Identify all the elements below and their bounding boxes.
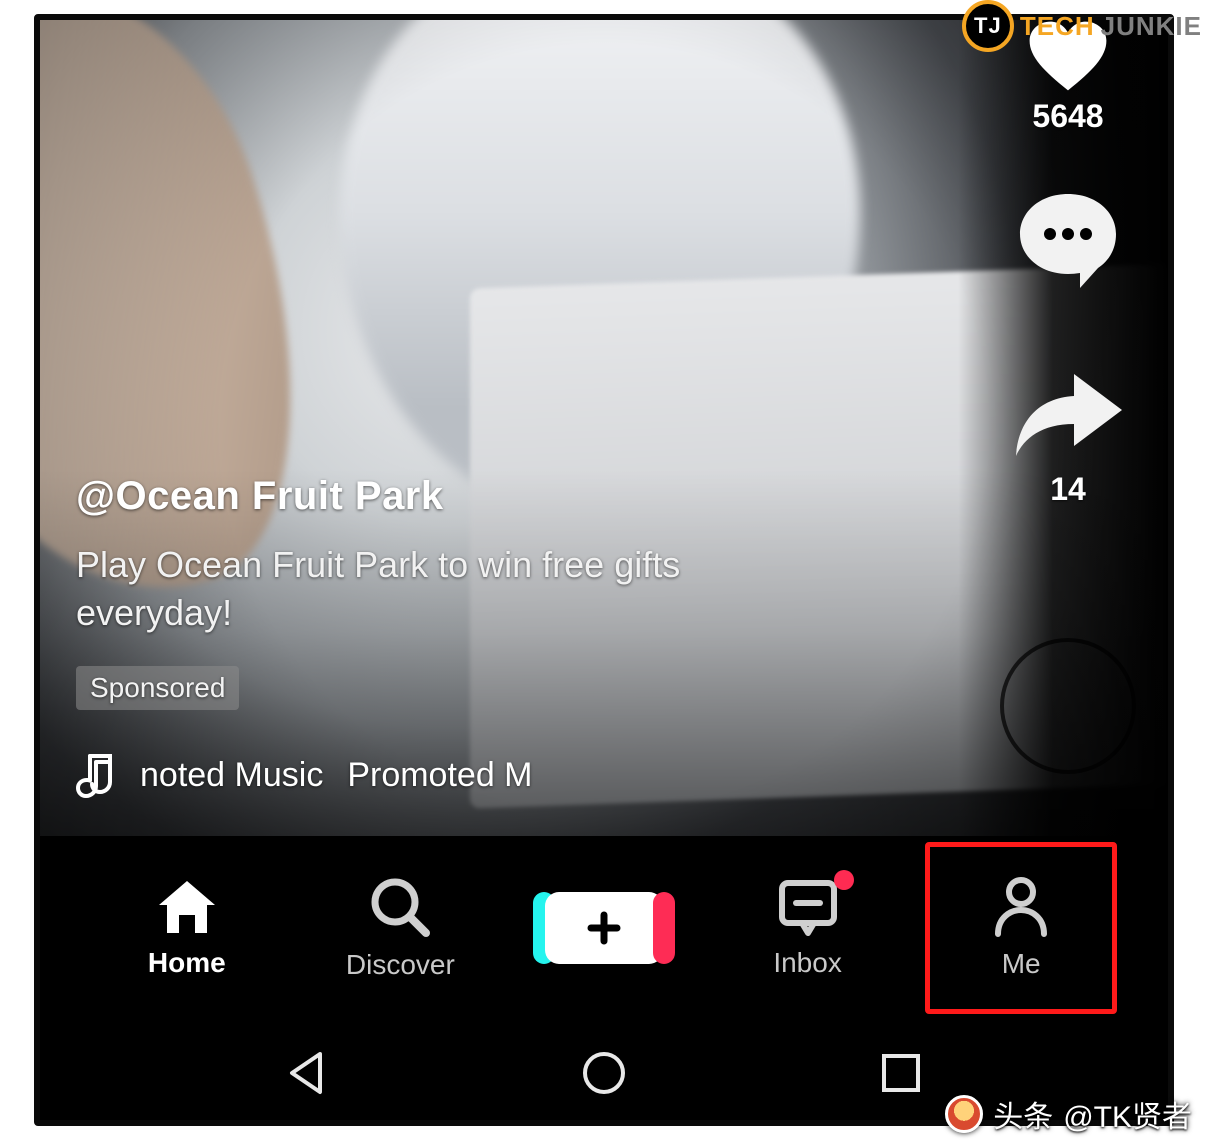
video-feed-item[interactable]: 5648 14 @Ocean Fru bbox=[40, 20, 1168, 836]
circle-icon bbox=[579, 1048, 629, 1098]
android-home-button[interactable] bbox=[574, 1043, 634, 1103]
techjunkie-word-1: TECH bbox=[1020, 11, 1095, 42]
share-icon bbox=[1012, 368, 1124, 460]
tj-logo-text: TJ bbox=[974, 13, 1002, 39]
notification-dot-icon bbox=[834, 870, 854, 890]
techjunkie-logo-icon: TJ bbox=[962, 0, 1014, 52]
app-frame: 5648 14 @Ocean Fru bbox=[34, 14, 1174, 1126]
home-icon bbox=[155, 877, 219, 937]
tab-me-label: Me bbox=[1002, 948, 1041, 980]
techjunkie-word-2: JUNKIE bbox=[1101, 11, 1202, 42]
tab-inbox-label: Inbox bbox=[773, 947, 842, 979]
tab-home[interactable]: Home bbox=[97, 848, 277, 1008]
inbox-icon bbox=[776, 877, 840, 937]
person-icon bbox=[992, 876, 1050, 938]
creator-username[interactable]: @Ocean Fruit Park bbox=[76, 474, 948, 519]
plus-icon bbox=[545, 892, 663, 964]
android-back-button[interactable] bbox=[277, 1043, 337, 1103]
toutiao-logo-icon bbox=[945, 1095, 983, 1133]
video-info-overlay: @Ocean Fruit Park Play Ocean Fruit Park … bbox=[76, 474, 948, 798]
android-recent-button[interactable] bbox=[871, 1043, 931, 1103]
tab-home-label: Home bbox=[148, 947, 226, 979]
music-disc-icon bbox=[1004, 642, 1132, 770]
attribution-prefix: 头条 bbox=[993, 1092, 1053, 1136]
source-attribution: 头条 @TK贤者 bbox=[945, 1092, 1192, 1136]
tab-create[interactable] bbox=[524, 848, 684, 1008]
tab-discover-label: Discover bbox=[346, 949, 455, 981]
sponsored-badge: Sponsored bbox=[76, 666, 239, 710]
search-icon bbox=[368, 875, 432, 939]
comment-button[interactable] bbox=[998, 190, 1138, 295]
music-text-segment-2: Promoted M bbox=[347, 756, 532, 795]
music-disc-button[interactable] bbox=[1004, 642, 1132, 770]
music-marquee[interactable]: noted Music Promoted M bbox=[76, 752, 948, 798]
attribution-handle: @TK贤者 bbox=[1063, 1092, 1192, 1136]
tab-inbox[interactable]: Inbox bbox=[718, 848, 898, 1008]
music-text-segment-1: noted Music bbox=[140, 756, 323, 795]
music-note-icon bbox=[76, 752, 116, 798]
video-caption[interactable]: Play Ocean Fruit Park to win free gifts … bbox=[76, 541, 836, 638]
create-button[interactable] bbox=[545, 892, 663, 964]
techjunkie-badge: TJ TECHJUNKIE bbox=[962, 0, 1202, 52]
tab-me[interactable]: Me bbox=[931, 848, 1111, 1008]
share-button[interactable]: 14 bbox=[998, 368, 1138, 508]
square-icon bbox=[878, 1050, 924, 1096]
like-count: 5648 bbox=[998, 98, 1138, 135]
comment-icon bbox=[1016, 190, 1120, 290]
bottom-tab-bar: Home Discover bbox=[40, 836, 1168, 1020]
tab-discover[interactable]: Discover bbox=[310, 848, 490, 1008]
share-count: 14 bbox=[998, 471, 1138, 508]
back-triangle-icon bbox=[282, 1048, 332, 1098]
action-rail: 5648 14 bbox=[998, 20, 1138, 836]
